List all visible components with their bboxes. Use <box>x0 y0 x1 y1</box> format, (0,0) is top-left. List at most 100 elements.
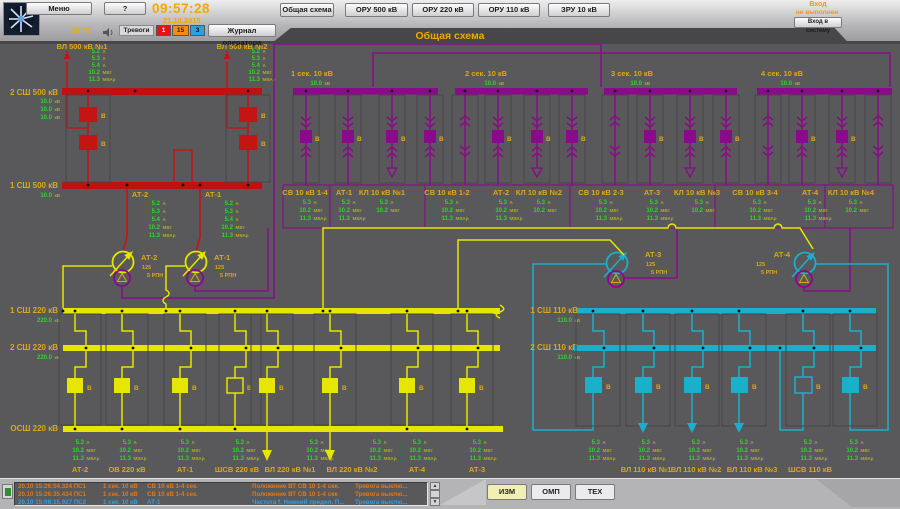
bus-110-2 <box>574 345 876 351</box>
svg-text:КЛ 10 кВ №4: КЛ 10 кВ №4 <box>828 188 875 197</box>
breaker-10kv[interactable] <box>720 130 732 143</box>
bus-label: 2 СШ 500 кВ <box>10 88 58 97</box>
tab-zru-10[interactable]: ЗРУ 10 кВ <box>548 3 610 17</box>
breaker-220[interactable] <box>459 378 475 393</box>
breaker-110[interactable] <box>585 377 602 393</box>
breaker-220[interactable] <box>322 378 338 393</box>
svg-text:ВЛ 110 кВ №1: ВЛ 110 кВ №1 <box>621 465 672 474</box>
breaker-500[interactable] <box>239 135 257 150</box>
at1-500-label: АТ-1 <box>205 190 221 199</box>
breaker-letter: В <box>315 136 320 143</box>
breaker-letter: В <box>342 385 347 392</box>
scroll-down-icon[interactable]: ▼ <box>430 498 440 506</box>
breaker-500[interactable] <box>239 107 257 122</box>
breaker-letter: В <box>419 385 424 392</box>
breaker-10kv[interactable] <box>566 130 578 143</box>
breaker-letter: В <box>656 384 661 391</box>
svg-text:АТ-3: АТ-3 <box>469 465 485 474</box>
svg-text:1 СШ 110 кВ: 1 СШ 110 кВ <box>530 306 578 315</box>
breaker-letter: В <box>811 136 816 143</box>
login-button[interactable]: Вход в систему <box>794 17 842 28</box>
breaker-10kv[interactable] <box>644 130 656 143</box>
breaker-letter: В <box>659 136 664 143</box>
breaker-letter: В <box>507 136 512 143</box>
bus-10-sec2 <box>455 88 588 95</box>
breaker-220[interactable] <box>114 378 130 393</box>
tab-oru-220[interactable]: ОРУ 220 кВ <box>412 3 474 17</box>
svg-text:КЛ 10 кВ №3: КЛ 10 кВ №3 <box>674 188 720 197</box>
svg-text:СВ 10 кВ 3-4: СВ 10 кВ 3-4 <box>732 188 778 197</box>
svg-text:АТ-4: АТ-4 <box>802 188 819 197</box>
breaker-110[interactable] <box>684 377 701 393</box>
single-line-diagram: ВЛ 500 кВ №1 ВЛ 500 кВ №2 5.2А5.3А5.4А10… <box>0 0 900 509</box>
breaker-letter: В <box>134 385 139 392</box>
log-row[interactable]: 20.10 15:26:54.324 ПС11 сек. 10 кВСВ 10 … <box>15 483 428 491</box>
breaker-10kv[interactable] <box>424 130 436 143</box>
breaker-letter: В <box>705 384 710 391</box>
breaker-220[interactable] <box>67 378 83 393</box>
svg-text:АТ-3: АТ-3 <box>644 188 660 197</box>
breaker-220[interactable] <box>399 378 415 393</box>
svg-text:125: 125 <box>142 265 151 271</box>
breaker-10kv[interactable] <box>492 130 504 143</box>
tab-oru-110[interactable]: ОРУ 110 кВ <box>478 3 540 17</box>
log-scrollbar[interactable]: ▲ ▼ <box>430 482 440 506</box>
breaker-letter: В <box>101 141 106 148</box>
menu-button[interactable]: Меню <box>26 2 92 15</box>
izm-button[interactable]: ИЗМ <box>487 484 527 500</box>
svg-text:КЛ 10 кВ №2: КЛ 10 кВ №2 <box>516 188 562 197</box>
breaker-10kv[interactable] <box>836 130 848 143</box>
breaker-letter: В <box>261 141 266 148</box>
log-row[interactable]: 20.10 15:08:15.927 ПС21 сек. 10 кВАТ-1Ча… <box>15 499 428 506</box>
svg-text:1 СШ 220 кВ: 1 СШ 220 кВ <box>10 306 58 315</box>
svg-text:АТ-2: АТ-2 <box>72 465 88 474</box>
footer: 20.10 15:26:54.324 ПС11 сек. 10 кВСВ 10 … <box>0 478 900 509</box>
omp-button[interactable]: ОМП <box>531 484 571 500</box>
scroll-up-icon[interactable]: ▲ <box>430 482 440 490</box>
scroll-thumb[interactable] <box>430 490 440 498</box>
teh-button[interactable]: ТЕХ <box>575 484 615 500</box>
svg-text:СВ 10 кВ 1-2: СВ 10 кВ 1-2 <box>424 188 469 197</box>
breaker-letter: В <box>606 384 611 391</box>
bus-label: 1 СШ 500 кВ <box>10 181 58 190</box>
breaker-110[interactable] <box>731 377 748 393</box>
alarm-log: 20.10 15:26:54.324 ПС11 сек. 10 кВСВ 10 … <box>14 482 428 506</box>
breaker-220[interactable] <box>259 378 275 393</box>
svg-text:5 РПН: 5 РПН <box>651 270 667 276</box>
header: Меню ? 09:57:28 21.10.2015 26 °C Тревоги… <box>0 0 900 44</box>
breaker-10kv[interactable] <box>531 130 543 143</box>
svg-text:АТ-3: АТ-3 <box>645 250 661 259</box>
breaker-letter: В <box>87 385 92 392</box>
breaker-500[interactable] <box>79 135 97 150</box>
svg-text:АТ-4: АТ-4 <box>409 465 426 474</box>
breaker-10kv[interactable] <box>342 130 354 143</box>
svg-text:АТ-2: АТ-2 <box>141 253 157 262</box>
tab-overview[interactable]: Общая схема <box>280 3 334 17</box>
breaker-letter: В <box>546 136 551 143</box>
svg-text:125: 125 <box>215 265 224 271</box>
help-button[interactable]: ? <box>104 2 146 15</box>
breaker-500[interactable] <box>79 107 97 122</box>
svg-text:АТ-1: АТ-1 <box>177 465 193 474</box>
svg-text:АТ-4: АТ-4 <box>774 250 791 259</box>
breaker-110[interactable] <box>635 377 652 393</box>
svg-text:АТ-1: АТ-1 <box>336 188 352 197</box>
svg-text:4 сек. 10 кВ: 4 сек. 10 кВ <box>761 69 804 78</box>
breaker-letter: В <box>401 136 406 143</box>
svg-text:ВЛ 110 кВ №3: ВЛ 110 кВ №3 <box>727 465 778 474</box>
clock: 09:57:28 <box>152 1 262 16</box>
breaker-110[interactable] <box>842 377 859 393</box>
svg-text:5 РПН: 5 РПН <box>761 270 777 276</box>
tab-oru-500[interactable]: ОРУ 500 кВ <box>345 3 408 17</box>
breaker-10kv[interactable] <box>300 130 312 143</box>
breaker-10kv[interactable] <box>684 130 696 143</box>
log-row[interactable]: 20.10 15:26:35.434 ПС11 сек. 10 кВСВ 10 … <box>15 491 428 499</box>
bus-500-2 <box>62 88 262 95</box>
breaker-10kv[interactable] <box>796 130 808 143</box>
svg-text:ШСВ 220 кВ: ШСВ 220 кВ <box>215 465 260 474</box>
breaker-letter: В <box>261 113 266 120</box>
breaker-10kv[interactable] <box>386 130 398 143</box>
bus-220-2 <box>63 345 500 351</box>
breaker-220[interactable] <box>172 378 188 393</box>
log-icon[interactable] <box>2 484 13 499</box>
